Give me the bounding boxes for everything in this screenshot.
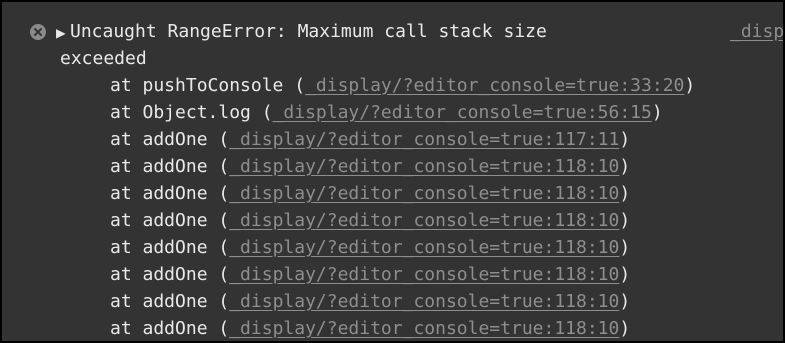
devtools-console: ▶ Uncaught RangeError: Maximum call stac… bbox=[2, 2, 783, 341]
stack-frame-suffix: ) bbox=[684, 75, 696, 96]
console-frame: ▶ Uncaught RangeError: Maximum call stac… bbox=[0, 0, 785, 343]
stack-frame: at addOne (_display/?editor_console=true… bbox=[110, 291, 630, 313]
stack-frame-link[interactable]: _display/?editor_console=true:118:10 bbox=[229, 156, 619, 177]
stack-frame-link[interactable]: _display/?editor_console=true:118:10 bbox=[229, 210, 619, 231]
stack-frame: at Object.log (_display/?editor_console=… bbox=[110, 102, 663, 124]
stack-frame-prefix: at Object.log ( bbox=[110, 102, 273, 123]
stack-frame-suffix: ) bbox=[619, 129, 631, 150]
stack-frame: at addOne (_display/?editor_console=true… bbox=[110, 183, 630, 205]
stack-frame-suffix: ) bbox=[619, 156, 631, 177]
stack-frame-prefix: at addOne ( bbox=[110, 210, 230, 231]
stack-frame: at addOne (_display/?editor_console=true… bbox=[110, 264, 630, 286]
stack-frame: at addOne (_display/?editor_console=true… bbox=[110, 210, 630, 232]
error-message-line-2: exceeded bbox=[60, 48, 147, 69]
stack-frame-prefix: at addOne ( bbox=[110, 318, 230, 339]
stack-frame-link[interactable]: _display/?editor_console=true:56:15 bbox=[273, 102, 652, 123]
stack-frame-prefix: at addOne ( bbox=[110, 291, 230, 312]
stack-frame-prefix: at pushToConsole ( bbox=[110, 75, 306, 96]
stack-frame: at addOne (_display/?editor_console=true… bbox=[110, 129, 630, 151]
expand-triangle-icon[interactable]: ▶ bbox=[56, 22, 66, 44]
stack-frame: at addOne (_display/?editor_console=true… bbox=[110, 237, 630, 259]
stack-frame: at addOne (_display/?editor_console=true… bbox=[110, 318, 630, 340]
error-message-line-1: Uncaught RangeError: Maximum call stack … bbox=[70, 21, 547, 42]
stack-frame-suffix: ) bbox=[619, 210, 631, 231]
stack-frame-suffix: ) bbox=[619, 183, 631, 204]
stack-frame-link[interactable]: _display/?editor_console=true:33:20 bbox=[305, 75, 684, 96]
stack-frame-link[interactable]: _display/?editor_console=true:118:10 bbox=[229, 291, 619, 312]
stack-frame-link[interactable]: _display/?editor_console=true:118:10 bbox=[229, 264, 619, 285]
stack-frame-link[interactable]: _display/?editor_console=true:118:10 bbox=[229, 318, 619, 339]
stack-frame-suffix: ) bbox=[651, 102, 663, 123]
stack-frame-suffix: ) bbox=[619, 291, 631, 312]
stack-frame: at pushToConsole (_display/?editor_conso… bbox=[110, 75, 695, 97]
stack-frame-suffix: ) bbox=[619, 264, 631, 285]
stack-frame: at addOne (_display/?editor_console=true… bbox=[110, 156, 630, 178]
stack-frame-prefix: at addOne ( bbox=[110, 264, 230, 285]
error-circle-x-icon bbox=[30, 24, 46, 40]
stack-frame-prefix: at addOne ( bbox=[110, 183, 230, 204]
stack-frame-suffix: ) bbox=[619, 318, 631, 339]
stack-frame-suffix: ) bbox=[619, 237, 631, 258]
stack-frame-link[interactable]: _display/?editor_console=true:118:10 bbox=[229, 237, 619, 258]
stack-frame-link[interactable]: _display/?editor_console=true:117:11 bbox=[229, 129, 619, 150]
error-source-link[interactable]: _disp bbox=[730, 21, 783, 43]
stack-frame-link[interactable]: _display/?editor_console=true:118:10 bbox=[229, 183, 619, 204]
stack-frame-prefix: at addOne ( bbox=[110, 237, 230, 258]
stack-frame-prefix: at addOne ( bbox=[110, 129, 230, 150]
stack-frame-prefix: at addOne ( bbox=[110, 156, 230, 177]
